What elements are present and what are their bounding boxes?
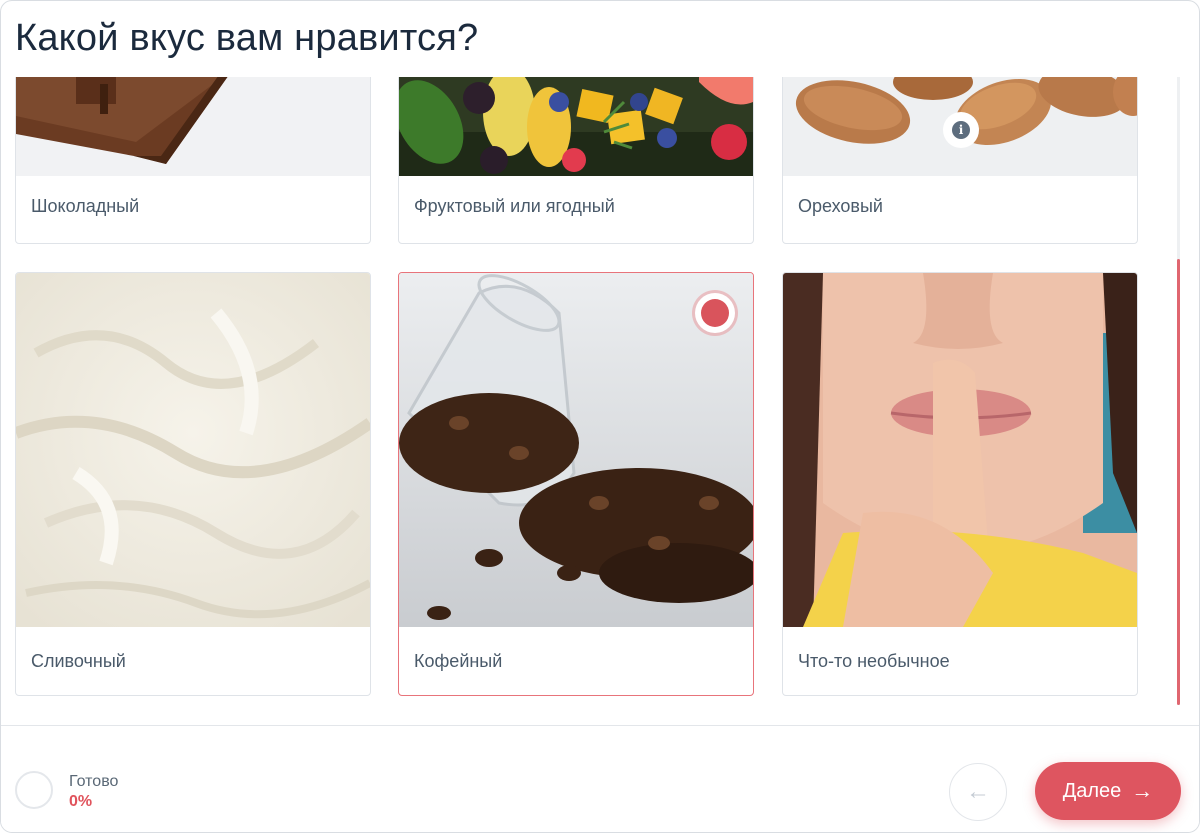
arrow-left-icon: ← <box>966 778 990 805</box>
question-title: Какой вкус вам нравится? <box>15 17 479 59</box>
option-label: Что-то необычное <box>798 651 950 671</box>
options-scroll-area[interactable]: Шоколадный Фруктовый или ягодный i Орехо… <box>1 77 1199 725</box>
progress-label: Готово <box>69 773 119 790</box>
back-button[interactable]: ← <box>949 763 1007 821</box>
fruit-berries-photo <box>399 77 753 176</box>
option-label: Кофейный <box>414 651 503 671</box>
option-card-cream[interactable]: Сливочный <box>15 272 371 696</box>
quiz-window: Какой вкус вам нравится? Шоколадный Фрук… <box>0 0 1200 833</box>
option-card-coffee[interactable]: Кофейный <box>398 272 754 696</box>
progress-ring-icon <box>15 771 53 809</box>
info-glyph: i <box>952 121 970 139</box>
scrollbar-thumb[interactable] <box>1177 259 1180 705</box>
options-grid: Шоколадный Фруктовый или ягодный i Орехо… <box>1 77 1199 725</box>
option-label: Фруктовый или ягодный <box>414 196 615 216</box>
arrow-right-icon: → <box>1131 778 1154 803</box>
option-label: Ореховый <box>798 196 883 216</box>
info-icon[interactable]: i <box>943 112 979 148</box>
option-label: Сливочный <box>31 651 126 671</box>
woman-finger-on-lips-photo <box>783 273 1137 627</box>
option-card-fruit[interactable]: Фруктовый или ягодный <box>398 77 754 244</box>
option-card-nuts[interactable]: i Ореховый <box>782 77 1138 244</box>
quiz-footer: Готово 0% ← Далее → <box>1 725 1199 832</box>
selected-radio-icon[interactable] <box>695 293 735 333</box>
next-button-label: Далее <box>1062 779 1122 802</box>
chocolate-bar-photo <box>16 77 370 176</box>
option-card-chocolate[interactable]: Шоколадный <box>15 77 371 244</box>
option-card-unusual[interactable]: Что-то необычное <box>782 272 1138 696</box>
whipped-cream-photo <box>16 273 370 627</box>
option-label: Шоколадный <box>31 196 140 216</box>
next-button[interactable]: Далее → <box>1035 762 1181 820</box>
progress-value: 0% <box>69 793 93 810</box>
